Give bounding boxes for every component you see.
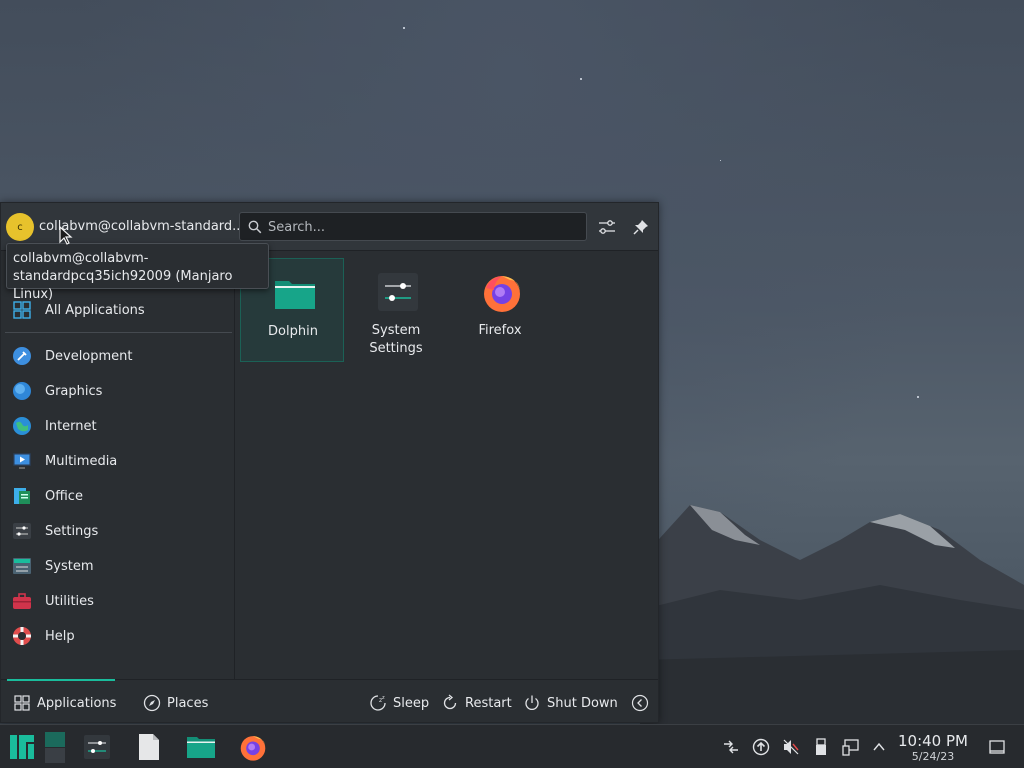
- network-tray-button[interactable]: [722, 738, 740, 756]
- show-hidden-icons-button[interactable]: [870, 738, 888, 756]
- shutdown-label: Shut Down: [547, 695, 618, 711]
- taskbar: 10:40 PM 5/24/23: [0, 724, 1024, 768]
- pin-button[interactable]: [630, 216, 652, 238]
- sleep-label: Sleep: [393, 695, 430, 711]
- system-settings-icon: [84, 735, 110, 759]
- category-internet[interactable]: Internet: [9, 411, 233, 441]
- search-field[interactable]: [239, 212, 587, 241]
- clock-date[interactable]: 5/24/23: [897, 750, 969, 763]
- sleep-icon: zz: [369, 694, 387, 712]
- firefox-icon: [484, 276, 520, 312]
- category-label: All Applications: [45, 302, 145, 318]
- sleep-button[interactable]: zz Sleep: [369, 692, 429, 714]
- divider: [5, 332, 232, 333]
- category-utilities[interactable]: Utilities: [9, 586, 233, 616]
- category-sidebar: All Applications Development Graphics In…: [1, 252, 235, 679]
- svg-text:z: z: [382, 695, 385, 701]
- system-icon: [11, 555, 33, 577]
- category-settings[interactable]: Settings: [9, 516, 233, 546]
- category-development[interactable]: Development: [9, 341, 233, 371]
- pin-icon: [633, 220, 648, 235]
- taskbar-text-editor[interactable]: [132, 731, 166, 763]
- show-desktop-button[interactable]: [988, 738, 1006, 756]
- internet-icon: [11, 415, 33, 437]
- restart-label: Restart: [465, 695, 512, 711]
- category-label: Internet: [45, 418, 97, 434]
- app-tile-system-settings[interactable]: System Settings: [344, 258, 448, 362]
- restart-button[interactable]: Restart: [441, 692, 512, 714]
- category-label: Development: [45, 348, 133, 364]
- network-icon: [724, 740, 738, 754]
- system-settings-icon: [378, 273, 418, 311]
- sliders-icon: [599, 220, 615, 234]
- restart-icon: [441, 694, 459, 712]
- app-label: System Settings: [369, 323, 423, 356]
- application-launcher-button[interactable]: [5, 731, 39, 763]
- chevron-left-icon: [631, 694, 649, 712]
- updates-tray-button[interactable]: [752, 738, 770, 756]
- clock-time[interactable]: 10:40 PM: [897, 732, 969, 750]
- active-tab-indicator: [7, 679, 115, 681]
- tab-applications[interactable]: Applications: [13, 692, 116, 714]
- taskbar-dolphin[interactable]: [184, 731, 218, 763]
- grid-icon: [13, 694, 31, 712]
- multimedia-icon: [11, 450, 33, 472]
- chevron-up-icon: [873, 742, 885, 751]
- category-multimedia[interactable]: Multimedia: [9, 446, 233, 476]
- development-icon: [11, 345, 33, 367]
- category-system[interactable]: System: [9, 551, 233, 581]
- category-label: Utilities: [45, 593, 94, 609]
- power-icon: [523, 694, 541, 712]
- shutdown-button[interactable]: Shut Down: [523, 692, 618, 714]
- favorites-grid: Dolphin System Settings Firefox: [237, 252, 658, 679]
- category-label: Graphics: [45, 383, 103, 399]
- folder-icon: [275, 281, 315, 309]
- mouse-cursor-icon: [59, 226, 73, 245]
- category-graphics[interactable]: Graphics: [9, 376, 233, 406]
- virtual-desktop-pager[interactable]: [40, 731, 70, 763]
- launcher-footer: Applications Places zz Sleep Restart Shu…: [1, 679, 658, 723]
- app-label: Firefox: [478, 323, 522, 338]
- app-tile-firefox[interactable]: Firefox: [448, 258, 552, 362]
- utilities-icon: [11, 590, 33, 612]
- category-office[interactable]: Office: [9, 481, 233, 511]
- tab-places[interactable]: Places: [143, 692, 208, 714]
- wired-connection-icon: [842, 739, 859, 756]
- folder-icon: [187, 737, 215, 758]
- tab-label: Places: [167, 695, 209, 711]
- taskbar-system-settings[interactable]: [80, 731, 114, 763]
- settings-icon: [11, 520, 33, 542]
- show-desktop-icon: [989, 740, 1005, 754]
- graphics-icon: [11, 380, 33, 402]
- avatar[interactable]: c: [6, 213, 34, 241]
- app-label: Dolphin: [268, 324, 318, 339]
- manjaro-logo-icon: [10, 735, 34, 759]
- category-help[interactable]: Help: [9, 621, 233, 651]
- volume-muted-icon: [783, 739, 799, 755]
- taskbar-firefox[interactable]: [236, 731, 270, 763]
- category-label: System: [45, 558, 94, 574]
- firefox-icon: [240, 736, 266, 761]
- volume-tray-button[interactable]: [782, 738, 800, 756]
- office-icon: [11, 485, 33, 507]
- category-label: Multimedia: [45, 453, 118, 469]
- pager-icon: [45, 732, 65, 763]
- category-label: Office: [45, 488, 83, 504]
- more-power-options-button[interactable]: [631, 692, 655, 714]
- help-icon: [11, 625, 33, 647]
- category-label: Help: [45, 628, 75, 644]
- user-tooltip: collabvm@collabvm-standardpcq35ich92009 …: [6, 243, 269, 302]
- usb-drive-icon: [816, 738, 826, 755]
- tab-label: Applications: [37, 695, 117, 711]
- compass-icon: [143, 694, 161, 712]
- configure-button[interactable]: [596, 216, 618, 238]
- search-icon: [248, 220, 262, 234]
- wired-network-tray-button[interactable]: [842, 738, 860, 756]
- update-arrow-icon: [752, 738, 770, 756]
- search-input[interactable]: [268, 217, 578, 237]
- category-label: Settings: [45, 523, 99, 539]
- removable-devices-tray-button[interactable]: [812, 738, 830, 756]
- document-icon: [139, 734, 159, 760]
